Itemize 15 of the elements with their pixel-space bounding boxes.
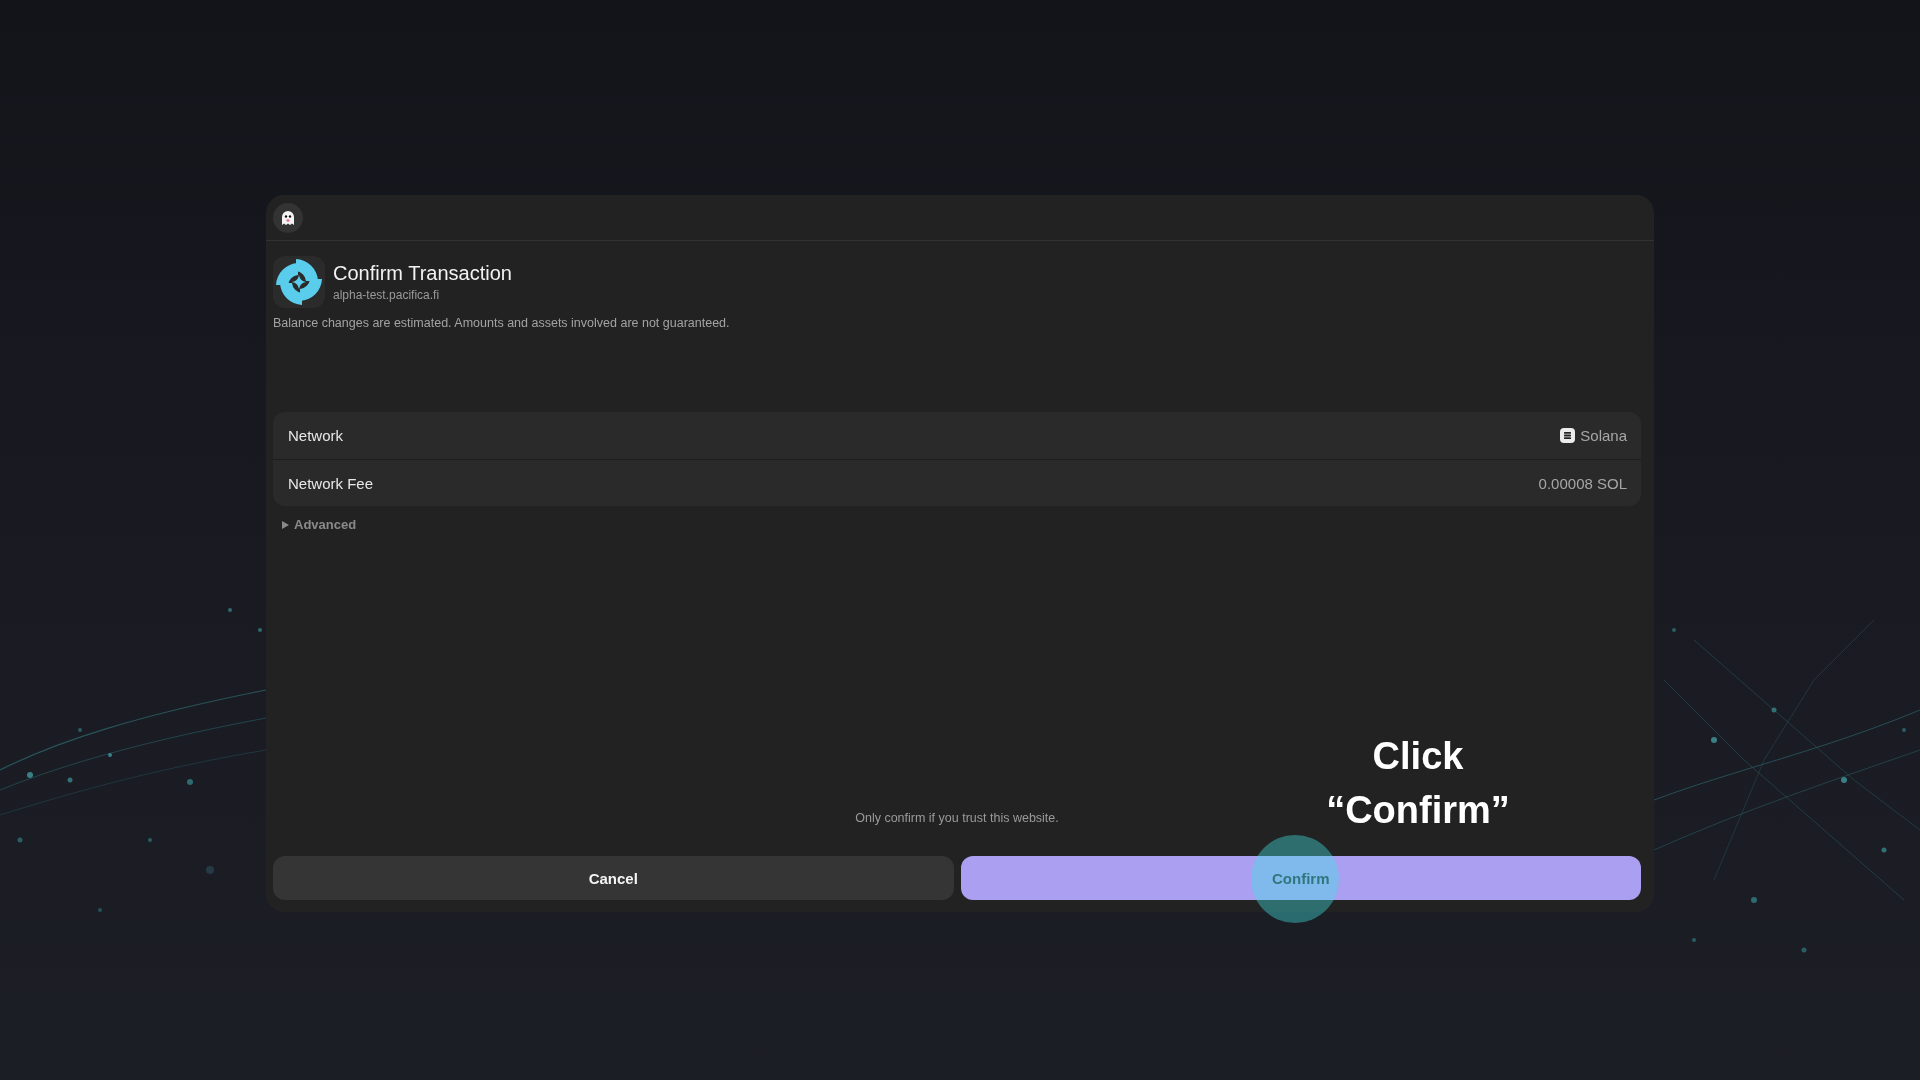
ghost-avatar-icon[interactable] xyxy=(273,202,303,233)
bars-logo-icon xyxy=(1560,428,1576,443)
estimate-notice: Balance changes are estimated. Amounts and assets involved are not guaranteed. xyxy=(273,315,730,331)
detail-label: Network Fee xyxy=(288,474,374,492)
advanced-toggle[interactable]: Advanced xyxy=(280,517,359,533)
dialog-title: Confirm Transaction xyxy=(333,261,512,285)
click-instruction: Click “Confirm” xyxy=(1326,734,1510,833)
pinwheel-logo-icon xyxy=(273,256,325,308)
confirm-button[interactable]: Confirm xyxy=(960,856,1641,900)
detail-label: Network xyxy=(288,427,343,444)
detail-value: Solana xyxy=(1580,427,1627,444)
site-origin: alpha-test.pacifica.fi xyxy=(333,287,441,303)
cancel-button[interactable]: Cancel xyxy=(273,856,954,900)
trust-warning: Only confirm if you trust this website. xyxy=(855,810,1059,826)
detail-value: 0.00008 SOL xyxy=(1538,474,1627,492)
